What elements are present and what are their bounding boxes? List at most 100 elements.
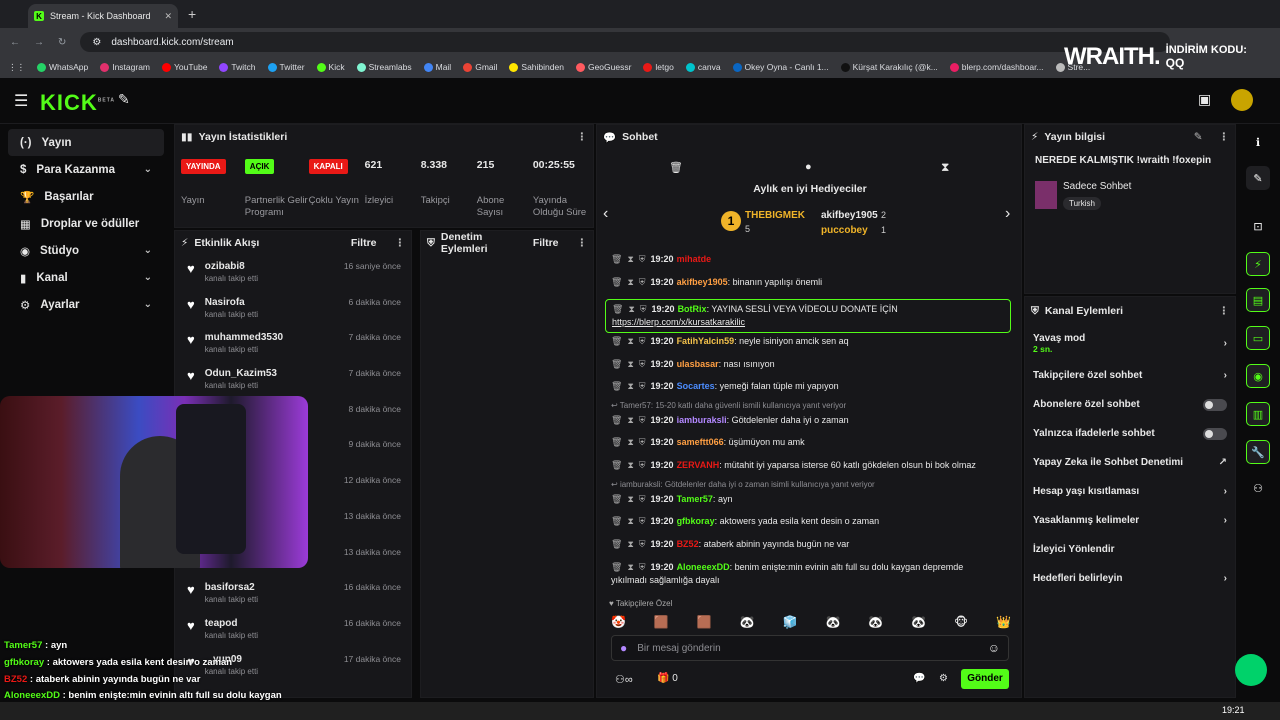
emote-icon[interactable]: 🐼: [740, 615, 755, 629]
status-dot-icon[interactable]: [1235, 654, 1267, 686]
ban-icon[interactable]: ⛨: [639, 381, 646, 391]
layout-icon[interactable]: ▥: [1246, 402, 1270, 426]
delete-icon[interactable]: 🗑: [611, 277, 622, 287]
timeout-icon[interactable]: ⧗: [627, 359, 633, 369]
timeout-icon[interactable]: ⧗: [627, 539, 633, 549]
timeout-icon[interactable]: ⧗: [627, 516, 633, 526]
chat-input[interactable]: ● Bir mesaj gönderin ☺: [611, 635, 1009, 661]
message-user[interactable]: mihatde: [677, 254, 712, 264]
chat-message[interactable]: 🗑 ⧗ ⛨ 19:20 ZERVANH: mütahit iyi yaparsa ist…: [611, 459, 1001, 472]
channel-action[interactable]: Hesap yaşı kısıtlaması ›: [1025, 477, 1235, 506]
delete-icon[interactable]: 🗑: [611, 381, 622, 391]
menu-icon[interactable]: ☰: [14, 91, 28, 111]
emote-icon[interactable]: 🐼: [911, 615, 926, 629]
ban-icon[interactable]: ⛨: [639, 415, 646, 425]
timeout-icon[interactable]: ⧗: [627, 277, 633, 287]
bookmark-item[interactable]: Instagram: [100, 62, 150, 72]
timeout-icon[interactable]: ⧗: [627, 494, 633, 504]
edit-icon[interactable]: ✎: [1194, 131, 1203, 143]
browser-tab[interactable]: K Stream - Kick Dashboard ✕: [28, 4, 178, 28]
bookmark-item[interactable]: Okey Oyna - Canlı 1...: [732, 62, 829, 72]
timeout-icon[interactable]: ⧗: [628, 304, 634, 314]
people-icon[interactable]: ⚇: [1246, 476, 1270, 500]
message-user[interactable]: gfbkoray: [677, 516, 715, 526]
wrench-icon[interactable]: 🔧: [1246, 440, 1270, 464]
emote-icon[interactable]: 👑: [996, 615, 1011, 629]
tool-icon[interactable]: ✎: [118, 91, 130, 108]
delete-icon[interactable]: 🗑: [611, 539, 622, 549]
timeout-icon[interactable]: ⧗: [627, 336, 633, 346]
broadcast-icon[interactable]: ◉: [1246, 364, 1270, 388]
ban-icon[interactable]: ⛨: [639, 562, 646, 572]
lightning-icon[interactable]: ⚡: [1246, 252, 1270, 276]
message-user[interactable]: FatihYalcin59: [677, 336, 735, 346]
timeout-icon[interactable]: ⧗: [627, 460, 633, 470]
channel-action[interactable]: Abonelere özel sohbet: [1025, 390, 1235, 419]
timeout-icon[interactable]: ⧗: [627, 437, 633, 447]
timeout-icon[interactable]: ⧗: [627, 381, 633, 391]
emote-icon[interactable]: 🐼: [868, 615, 883, 629]
delete-icon[interactable]: 🗑: [611, 562, 622, 572]
channel-action[interactable]: Hedefleri belirleyin ›: [1025, 564, 1235, 593]
people-icon[interactable]: ⚇∞: [615, 673, 633, 686]
chat-message[interactable]: 🗑 ⧗ ⛨ 19:20 BZ52: ataberk abinin yayında bug…: [611, 538, 1001, 551]
studio-icon[interactable]: ▣: [1198, 91, 1211, 108]
bookmark-item[interactable]: Mail: [423, 62, 451, 72]
event-row[interactable]: ♥ muhammed3530 kanalı takip etti 7 dakika ö…: [175, 326, 411, 362]
emoji-icon[interactable]: ☺: [988, 641, 1000, 655]
emote-icon[interactable]: 🤡: [611, 615, 626, 629]
external-link-icon[interactable]: ↗: [1219, 457, 1227, 468]
feed-filter-button[interactable]: Filtre: [351, 237, 377, 249]
edit-icon[interactable]: ✎: [1246, 166, 1270, 190]
document-icon[interactable]: ▤: [1246, 288, 1270, 312]
message-user[interactable]: sameftt066: [677, 437, 724, 447]
new-tab-icon[interactable]: +: [188, 6, 196, 22]
chat-message[interactable]: 🗑 ⧗ ⛨ 19:20 BotRix: YAYINA SESLİ VEYA VİDEOL…: [605, 299, 1011, 333]
bookmark-item[interactable]: Gmail: [463, 62, 497, 72]
channel-action[interactable]: Yavaş mod 2 sn. ›: [1025, 325, 1235, 361]
ban-icon[interactable]: ⛨: [639, 254, 646, 264]
message-user[interactable]: akifbey1905: [677, 277, 728, 287]
chat-message[interactable]: 🗑 ⧗ ⛨ 19:20 sameftt066: üşümüyon mu amk: [611, 436, 1001, 449]
moderation-filter-button[interactable]: Filtre: [533, 237, 559, 249]
event-row[interactable]: ♥ basiforsa2 kanalı takip etti 16 dakika ön…: [175, 576, 411, 612]
message-user[interactable]: Tamer57: [677, 494, 713, 504]
sidebar-item-5[interactable]: ▮ Kanal ⌄: [8, 264, 164, 291]
message-user[interactable]: ulasbasar: [677, 359, 719, 369]
back-icon[interactable]: ←: [10, 37, 20, 48]
chat-message[interactable]: 🗑 ⧗ ⛨ 19:20 gfbkoray: aktowers yada esila ke…: [611, 515, 1001, 528]
message-user[interactable]: AloneeexDD: [677, 562, 730, 572]
ban-icon[interactable]: ⛨: [639, 437, 646, 447]
site-info-icon[interactable]: ⚙: [92, 37, 101, 48]
delete-icon[interactable]: 🗑: [612, 304, 623, 314]
emote-icon[interactable]: 🟫: [697, 615, 712, 629]
emote-icon[interactable]: 🟫: [654, 615, 669, 629]
hourglass-icon[interactable]: ⧗: [941, 160, 949, 175]
channel-action[interactable]: Yapay Zeka ile Sohbet Denetimi ↗: [1025, 448, 1235, 477]
ban-icon[interactable]: ⛨: [639, 516, 646, 526]
feed-more-icon[interactable]: ⋮: [395, 237, 406, 249]
bookmark-item[interactable]: Twitch: [219, 62, 256, 72]
bookmark-item[interactable]: Streamlabs: [356, 62, 412, 72]
ban-icon[interactable]: ⛨: [639, 494, 646, 504]
chat-message[interactable]: 🗑 ⧗ ⛨ 19:20 AloneeexDD: benim enişte:min evi…: [611, 561, 1001, 587]
moderation-more-icon[interactable]: ⋮: [577, 237, 588, 249]
bookmark-item[interactable]: Kick: [316, 62, 345, 72]
ban-icon[interactable]: ⛨: [639, 277, 646, 287]
bookmark-item[interactable]: Sahibinden: [509, 62, 564, 72]
ban-icon[interactable]: ⛨: [639, 460, 646, 470]
timeout-icon[interactable]: ⧗: [627, 254, 633, 264]
chat-message[interactable]: 🗑 ⧗ ⛨ 19:20 Socartes: yemeği falan tüple mi …: [611, 380, 1001, 393]
forward-icon[interactable]: →: [34, 37, 44, 48]
delete-icon[interactable]: 🗑: [611, 415, 622, 425]
event-row[interactable]: ♥ teapod kanalı takip etti 16 dakika önce: [175, 612, 411, 648]
delete-icon[interactable]: 🗑: [611, 494, 622, 504]
message-user[interactable]: ZERVANH: [677, 460, 720, 470]
chat-message[interactable]: 🗑 ⧗ ⛨ 19:20 iamburaksli: Götdelenler daha iy…: [611, 414, 1001, 427]
sidebar-item-0[interactable]: (·) Yayın: [8, 129, 164, 156]
message-user[interactable]: iamburaksli: [677, 415, 727, 425]
channel-action[interactable]: Takipçilere özel sohbet ›: [1025, 361, 1235, 390]
message-link[interactable]: https://blerp.com/x/kursatkarakilic: [612, 316, 1004, 329]
chat-bubble-icon[interactable]: ●: [805, 161, 812, 173]
sidebar-item-6[interactable]: ⚙ Ayarlar ⌄: [8, 291, 164, 318]
